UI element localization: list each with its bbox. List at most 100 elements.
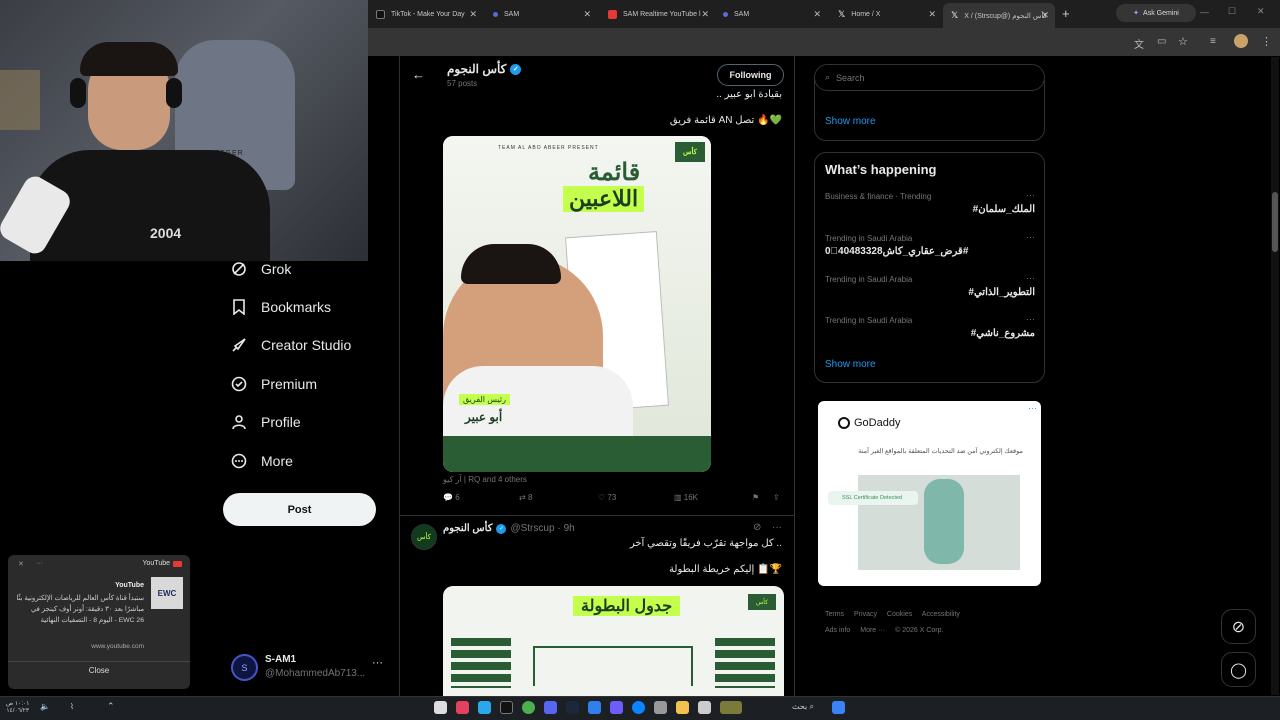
account-switcher[interactable]: S S-AM1 @MohammedAb713... ··· <box>228 651 388 685</box>
task-view-icon[interactable] <box>434 701 447 714</box>
app-icon[interactable] <box>478 701 491 714</box>
sidebar-item-grok[interactable]: Grok <box>230 260 291 278</box>
scrollbar-thumb[interactable] <box>1272 192 1278 252</box>
ask-gemini-button[interactable]: ✦ Ask Gemini <box>1116 4 1196 22</box>
cast-icon[interactable]: ▭ <box>1157 36 1166 47</box>
tab-tiktok[interactable]: TikTok - Make Your Day ✕ <box>368 4 483 24</box>
browser-menu-icon[interactable]: ⋮ <box>1261 35 1272 48</box>
ad-more-icon[interactable]: ··· <box>1028 403 1037 413</box>
wifi-icon[interactable]: ⌇ <box>70 702 74 711</box>
app-icon[interactable] <box>698 701 711 714</box>
copyright: © 2026 X Corp. <box>895 627 944 634</box>
tab-sam-youtube[interactable]: SAM Realtime YouTube l ✕ <box>600 4 715 24</box>
media-icon[interactable]: ≡ <box>1210 36 1216 47</box>
close-tab-icon[interactable]: ✕ <box>469 9 477 20</box>
trend-item[interactable]: Trending in Saudi Arabia #التطوير_الذاتي… <box>825 273 1035 298</box>
account-name: S-AM1 <box>265 654 297 665</box>
chrome-icon[interactable] <box>522 701 535 714</box>
close-tab-icon[interactable]: ✕ <box>928 9 936 20</box>
tweet-image-bracket[interactable]: جدول البطولة كأس <box>443 586 784 696</box>
translate-icon[interactable]: 文 <box>1134 36 1144 51</box>
tweet-more-icon[interactable]: ··· <box>772 522 782 533</box>
share-button[interactable]: ⇪ <box>773 493 780 502</box>
godaddy-ad[interactable]: GoDaddy ··· موقعك إلكتروني آمن ضد التحدي… <box>818 401 1041 586</box>
app-icon[interactable] <box>610 701 623 714</box>
bookmark-button[interactable]: ⚑ <box>752 493 759 502</box>
steam-icon[interactable] <box>566 701 579 714</box>
footer-link[interactable]: Cookies <box>887 611 912 618</box>
sidebar-item-more[interactable]: More <box>230 452 293 470</box>
app-icon[interactable] <box>500 701 513 714</box>
following-button[interactable]: Following <box>717 64 784 86</box>
minimize-icon[interactable]: — <box>1200 7 1209 17</box>
grok-float-button[interactable]: ⊘ <box>1221 609 1256 644</box>
tray-chevron-icon[interactable]: ⌃ <box>107 701 115 712</box>
reply-button[interactable]: 💬 6 <box>443 493 460 502</box>
grok-icon[interactable]: ⊘ <box>753 522 761 533</box>
tagged-users[interactable]: آر كيو | RQ and 4 others <box>443 475 527 484</box>
avatar[interactable]: كأس <box>411 524 437 550</box>
footer-link[interactable]: More ··· <box>860 627 885 634</box>
trend-more-icon[interactable]: ··· <box>1026 232 1035 242</box>
show-more-link[interactable]: Show more <box>825 359 876 370</box>
back-arrow-icon[interactable]: ← <box>412 67 425 82</box>
footer-link[interactable]: Privacy <box>854 611 877 618</box>
app-icon[interactable] <box>654 701 667 714</box>
tab-strscup[interactable]: 𝕏 X / (Strscup@) كأس النجوم ✕ <box>943 3 1055 28</box>
post-button[interactable]: Post <box>223 493 376 526</box>
like-button[interactable]: ♡ 73 <box>598 493 616 502</box>
close-tab-icon[interactable]: ✕ <box>583 9 591 20</box>
toast-link[interactable]: www.youtube.com <box>16 643 144 650</box>
edge-icon[interactable] <box>632 701 645 714</box>
show-more-link[interactable]: Show more <box>825 116 876 127</box>
image-top-text: TEAM AL ABO ABEER PRESENT <box>498 145 599 151</box>
toast-close-icon[interactable]: ✕ <box>18 560 24 568</box>
windows-start-icon[interactable] <box>832 701 845 714</box>
scrollbar[interactable] <box>1271 57 1279 695</box>
app-icon[interactable] <box>456 701 469 714</box>
close-tab-icon[interactable]: ✕ <box>1041 10 1049 21</box>
tweet-image-squad[interactable]: TEAM AL ABO ABEER PRESENT كأس قائمة اللا… <box>443 136 711 472</box>
tab-sam-2[interactable]: SAM ✕ <box>715 4 827 24</box>
player-hair <box>461 244 561 284</box>
toast-body: ستبدأ قناة كأس العالم للرياضات الإلكترون… <box>16 595 144 624</box>
app-icon[interactable] <box>588 701 601 714</box>
footer-link[interactable]: Ads info <box>825 627 850 634</box>
star-icon[interactable]: ☆ <box>1178 35 1188 48</box>
volume-icon[interactable]: 🔈 <box>40 702 50 711</box>
browser-tab-bar: TikTok - Make Your Day ✕ SAM ✕ SAM Realtim… <box>368 0 1280 28</box>
trend-item[interactable]: Business & finance · Trending #الملك_سلم… <box>825 190 1035 215</box>
repost-button[interactable]: ⇄ 8 <box>519 493 532 502</box>
taskbar-search[interactable]: بحث ⌕ <box>792 702 814 712</box>
trend-more-icon[interactable]: ··· <box>1026 314 1035 324</box>
new-tab-button[interactable]: + <box>1062 6 1070 21</box>
tab-sam-1[interactable]: SAM ✕ <box>485 4 597 24</box>
account-more-icon[interactable]: ··· <box>372 657 383 669</box>
profile-avatar-icon[interactable] <box>1234 34 1248 48</box>
file-explorer-icon[interactable] <box>676 701 689 714</box>
window-close-icon[interactable]: ✕ <box>1257 6 1265 17</box>
youtube-notification[interactable]: ✕ ··· YouTube EWC YouTube ستبدأ قناة كأس… <box>8 555 190 689</box>
tab-home-x[interactable]: 𝕏 Home / X ✕ <box>830 4 942 24</box>
discord-icon[interactable] <box>544 701 557 714</box>
toast-close-button[interactable]: Close <box>8 666 190 675</box>
messages-float-button[interactable]: ◯ <box>1221 652 1256 687</box>
trend-more-icon[interactable]: ··· <box>1026 273 1035 283</box>
close-tab-icon[interactable]: ✕ <box>813 9 821 20</box>
sidebar-item-creator-studio[interactable]: Creator Studio <box>230 336 351 354</box>
close-tab-icon[interactable]: ✕ <box>701 9 709 20</box>
sidebar-item-profile[interactable]: Profile <box>230 413 301 431</box>
maximize-icon[interactable]: ☐ <box>1228 6 1236 17</box>
footer-link[interactable]: Accessibility <box>922 611 960 618</box>
search-box-thumbnail[interactable] <box>720 701 742 714</box>
toast-menu-icon[interactable]: ··· <box>36 560 43 567</box>
trend-item[interactable]: Trending in Saudi Arabia #مشروع_ناشي ··· <box>825 314 1035 339</box>
trend-item[interactable]: Trending in Saudi Arabia قرض_عقاري_كاش0⃣… <box>825 232 1035 257</box>
views-button[interactable]: ▥ 16K <box>674 493 698 502</box>
sidebar-item-premium[interactable]: Premium <box>230 375 317 393</box>
grok-icon: ⊘ <box>1231 618 1246 636</box>
trend-more-icon[interactable]: ··· <box>1026 190 1035 200</box>
footer-link[interactable]: Terms <box>825 611 844 618</box>
sidebar-item-bookmarks[interactable]: Bookmarks <box>230 298 331 316</box>
taskbar-clock[interactable]: ١٠:٠١ ص ١٤/٠٦/٢٣ <box>6 701 29 715</box>
